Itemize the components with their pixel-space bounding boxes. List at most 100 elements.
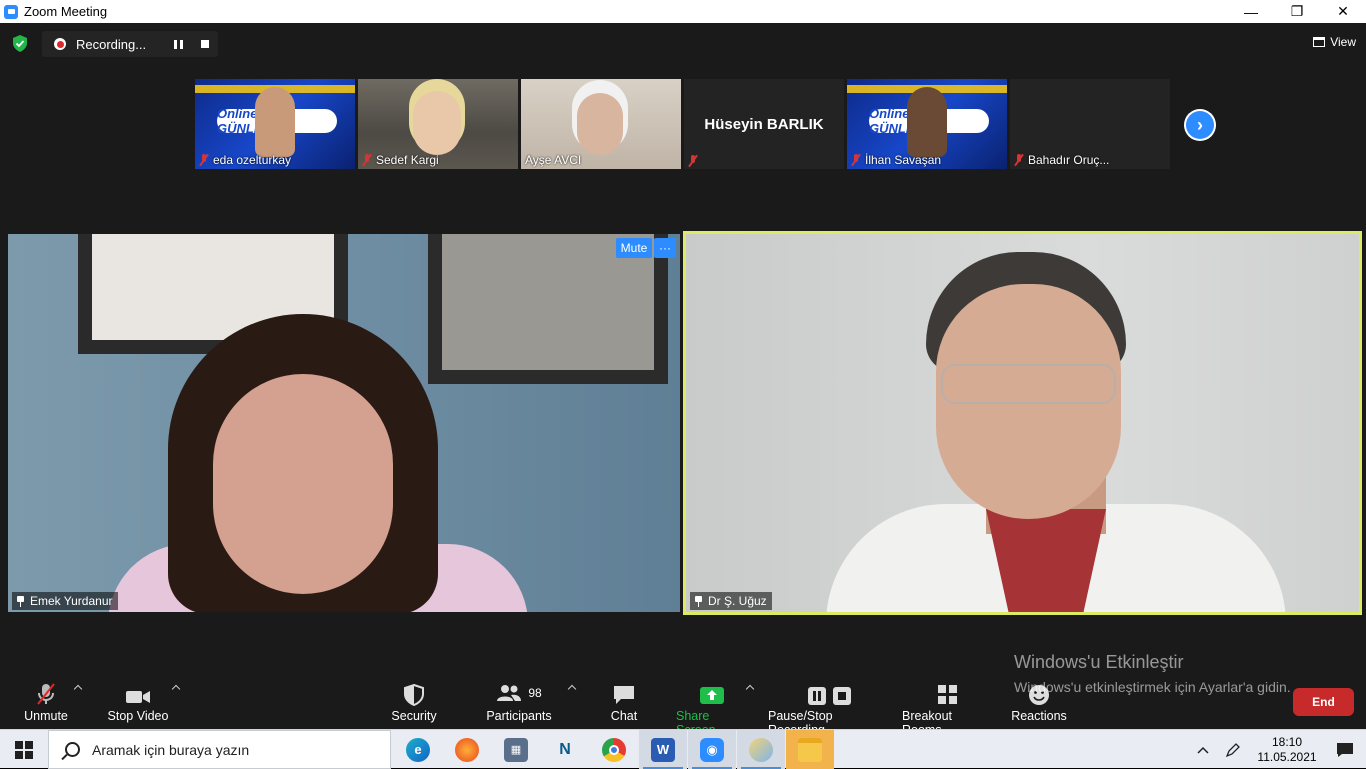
reactions-label: Reactions: [1011, 709, 1067, 723]
taskbar-app-calculator[interactable]: ▦: [492, 730, 540, 769]
security-label: Security: [391, 709, 437, 723]
taskbar-clock[interactable]: 18:10 11.05.2021: [1250, 735, 1324, 765]
security-button[interactable]: Security: [390, 680, 438, 723]
pause-recording-icon[interactable]: [174, 40, 183, 49]
taskbar-app-edge[interactable]: e: [394, 730, 442, 769]
participant-name: Ayşe AVCI: [525, 153, 582, 167]
participant-name: eda ozelturkay: [213, 153, 292, 167]
pin-icon: [16, 595, 25, 607]
participants-count: 98: [528, 686, 542, 700]
show-hidden-icons-chevron-icon[interactable]: [1190, 746, 1216, 754]
mic-muted-icon: [37, 683, 55, 705]
participant-thumbnail[interactable]: Online KAR GÜNLERİ eda ozelturkay: [195, 79, 355, 169]
more-options-button[interactable]: ···: [654, 238, 676, 258]
notifications-icon[interactable]: [1324, 742, 1366, 758]
firefox-icon: [455, 737, 479, 762]
video-tile-active-speaker[interactable]: Dr Ş. Uğuz: [683, 231, 1362, 615]
pen-icon[interactable]: [1216, 742, 1250, 758]
window-controls: — ❐ ✕: [1228, 0, 1366, 23]
windows-activation-watermark: Windows'u Etkinleştir Windows'u etkinleş…: [1014, 652, 1291, 695]
paint-icon: [749, 737, 773, 762]
shield-icon: [404, 684, 424, 706]
participants-button[interactable]: 98 Participants: [486, 680, 552, 723]
minimize-button[interactable]: —: [1228, 0, 1274, 23]
mic-muted-icon: [688, 155, 698, 167]
unmute-label: Unmute: [24, 709, 68, 723]
glasses: [941, 364, 1116, 404]
taskbar-app-zoom[interactable]: ◉: [688, 730, 736, 769]
participant-thumbnail[interactable]: Online KAR GÜNLERİ İlhan Savaşan: [847, 79, 1007, 169]
search-placeholder: Aramak için buraya yazın: [92, 741, 250, 758]
participant-name: İlhan Savaşan: [865, 153, 942, 167]
taskbar-app-firefox[interactable]: [443, 730, 491, 769]
video-tile-left[interactable]: Mute ··· Emek Yurdanur: [8, 234, 680, 612]
participants-label: Participants: [486, 709, 552, 723]
taskbar-app-paint[interactable]: [737, 730, 785, 769]
mute-participant-button[interactable]: Mute: [616, 238, 652, 258]
share-screen-arrow-icon: [700, 687, 724, 704]
view-button[interactable]: View: [1313, 35, 1356, 49]
breakout-rooms-grid-icon: [938, 685, 957, 704]
start-button[interactable]: [0, 730, 48, 769]
video-camera-icon: [126, 691, 150, 703]
restore-button[interactable]: ❐: [1274, 0, 1320, 23]
search-icon: [65, 742, 80, 757]
folder-icon: [798, 737, 822, 762]
participant-thumbnail[interactable]: Ayşe AVCI: [521, 79, 681, 169]
mic-muted-icon: [851, 154, 861, 166]
encryption-shield-icon[interactable]: [12, 35, 28, 52]
windows-taskbar: Aramak için buraya yazın e ▦ N W ◉ 18:10…: [0, 729, 1366, 769]
clock-date: 11.05.2021: [1257, 749, 1317, 764]
taskbar-app-nx[interactable]: N: [541, 730, 589, 769]
window-title: Zoom Meeting: [24, 4, 108, 19]
taskbar-app-word[interactable]: W: [639, 730, 687, 769]
participant-thumbnail[interactable]: Sedef Kargi: [358, 79, 518, 169]
taskbar-app-file-explorer[interactable]: [786, 730, 834, 769]
clock-time: 18:10: [1271, 734, 1303, 749]
chat-button[interactable]: Chat: [604, 680, 644, 723]
stop-video-label: Stop Video: [107, 709, 169, 723]
watermark-title: Windows'u Etkinleştir: [1014, 652, 1184, 672]
end-meeting-button[interactable]: End: [1293, 688, 1354, 716]
watermark-subtitle: Windows'u etkinleştirmek için Ayarlar'a …: [1014, 679, 1291, 695]
chrome-icon: [602, 737, 626, 762]
meeting-stage: Recording... View Online KAR GÜNLERİ eda…: [0, 23, 1366, 729]
participant-thumbnail[interactable]: Bahadır Oruç...: [1010, 79, 1170, 169]
participants-options-caret[interactable]: [567, 684, 577, 694]
participant-display-name: Hüseyin BARLIK: [704, 115, 824, 133]
zoom-icon: ◉: [700, 737, 724, 762]
participant-name: Sedef Kargi: [376, 153, 439, 167]
recording-dot-icon: [54, 38, 66, 50]
zoom-app-icon: [4, 4, 18, 19]
mic-muted-icon: [362, 154, 372, 166]
participants-icon: [497, 685, 522, 701]
thumbnail-strip: Online KAR GÜNLERİ eda ozelturkay Sedef …: [195, 79, 1170, 169]
unmute-button[interactable]: Unmute: [22, 680, 70, 723]
stop-icon: [832, 687, 851, 705]
recording-status: Recording...: [76, 36, 147, 52]
close-button[interactable]: ✕: [1320, 0, 1366, 23]
pause-icon: [807, 687, 826, 705]
chat-bubble-icon: [614, 686, 634, 704]
participant-name: Bahadır Oruç...: [1028, 153, 1110, 167]
video-name-label: Emek Yurdanur: [12, 592, 118, 610]
windows-logo-icon: [15, 740, 33, 759]
mic-muted-icon: [199, 154, 209, 166]
taskbar-search-box[interactable]: Aramak için buraya yazın: [48, 730, 391, 769]
recording-indicator: Recording...: [42, 31, 218, 57]
stop-recording-icon[interactable]: [201, 40, 209, 48]
participant-name: Dr Ş. Uğuz: [708, 594, 767, 608]
view-label: View: [1330, 35, 1356, 49]
video-options-caret[interactable]: [171, 684, 181, 694]
chevron-right-icon: ›: [1186, 111, 1214, 139]
video-name-label: Dr Ş. Uğuz: [690, 592, 772, 610]
audio-options-caret[interactable]: [73, 684, 83, 694]
edge-browser-icon: e: [406, 737, 430, 762]
participant-thumbnail[interactable]: Hüseyin BARLIK: [684, 79, 844, 169]
calculator-icon: ▦: [504, 737, 528, 762]
next-page-button[interactable]: ›: [1184, 109, 1216, 141]
taskbar-app-chrome[interactable]: [590, 730, 638, 769]
participant-name: Emek Yurdanur: [30, 594, 113, 608]
view-grid-icon: [1313, 37, 1326, 47]
stop-video-button[interactable]: Stop Video: [107, 680, 169, 723]
